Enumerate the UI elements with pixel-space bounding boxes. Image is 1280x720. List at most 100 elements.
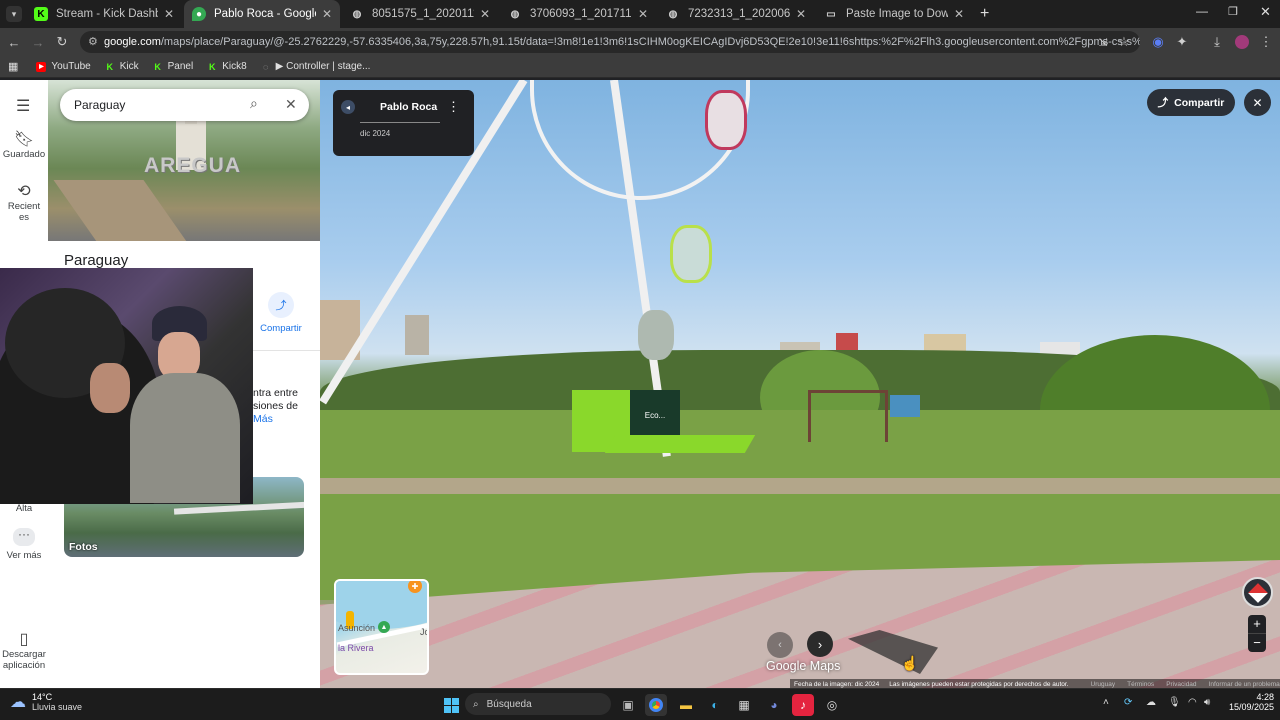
alta-label: Alta (15, 503, 33, 514)
clock[interactable]: 4:28 15/09/2025 (1222, 692, 1274, 712)
footer-uruguay[interactable]: Uruguay (1091, 681, 1116, 688)
tab-image-3[interactable]: ◍ 7232313_1_20200612191812.jp ✕ (658, 0, 814, 28)
google-maps-icon: ● (192, 7, 206, 21)
back-arrow-icon[interactable]: ◂ (341, 100, 355, 114)
compass-icon[interactable] (1242, 577, 1273, 608)
new-tab-icon[interactable]: + (980, 5, 989, 23)
clear-search-icon[interactable]: ✕ (285, 96, 297, 113)
apps-grid-icon[interactable]: ▦ (8, 60, 18, 73)
kick-icon: K (34, 7, 48, 21)
browser-menu-icon[interactable]: ⋮ (1256, 32, 1276, 52)
bookmark-star-icon[interactable]: ☆ (1114, 32, 1134, 52)
onedrive-icon[interactable]: ☁ (1146, 697, 1156, 708)
search-input[interactable]: Paraguay (74, 98, 125, 112)
close-window-icon[interactable]: ✕ (1260, 4, 1271, 20)
search-box[interactable]: Paraguay ⌕ ✕ (60, 89, 309, 121)
menu-icon[interactable]: ☰ (16, 96, 30, 116)
loading-icon: ◌ (262, 61, 269, 72)
weather-condition: Lluvia suave (32, 702, 83, 712)
profile-avatar-icon[interactable] (1232, 32, 1252, 52)
tab-google-maps[interactable]: ● Pablo Roca - Google Maps ✕ (184, 0, 340, 28)
reload-icon[interactable]: ↻ (52, 32, 72, 52)
minimap[interactable]: ✚ ▲ Asunción la Rivera Jo (334, 579, 429, 675)
downloads-icon[interactable]: ⤓ (1207, 32, 1227, 52)
street-view-canvas[interactable]: Eco... (320, 80, 1280, 688)
person-left-face (90, 363, 130, 413)
zoom-out-button[interactable]: − (1248, 633, 1266, 651)
footer-report-link[interactable]: Informar de un problema (1209, 681, 1280, 688)
clock-time: 4:28 (1256, 692, 1274, 702)
bookmark-youtube[interactable]: ▶ YouTube (36, 61, 91, 72)
extension-blue-icon[interactable]: ◉ (1148, 32, 1168, 52)
bookmarks-bar: ▦ ▶ YouTube K Kick K Panel K Kick8 ◌ ▶ C… (0, 56, 1280, 78)
next-arrow-icon[interactable]: › (807, 631, 833, 657)
tiktok-icon[interactable]: ♪ (792, 694, 814, 716)
minimap-city-label: Asunción (338, 623, 376, 633)
chrome-taskbar-icon[interactable] (645, 694, 667, 716)
zoom-in-button[interactable]: + (1248, 615, 1266, 633)
taskbar-search[interactable]: ⌕ Búsqueda (465, 693, 611, 715)
close-tab-icon[interactable]: ✕ (322, 7, 332, 21)
close-tab-icon[interactable]: ✕ (638, 7, 648, 21)
file-explorer-icon[interactable]: ▬ (675, 694, 697, 716)
phone-icon: ▯ (19, 631, 29, 648)
footer-privacy-link[interactable]: Privacidad (1166, 681, 1196, 688)
more-link[interactable]: Más (253, 413, 273, 425)
install-app-icon[interactable]: ⇲ (1093, 32, 1113, 52)
address-bar[interactable]: ⚙ google.com/maps/place/Paraguay/@-25.27… (80, 31, 1140, 53)
bookmark-panel[interactable]: K Panel (153, 61, 193, 72)
close-tab-icon[interactable]: ✕ (164, 7, 174, 21)
task-view-icon[interactable]: ▣ (617, 694, 639, 716)
more-dots-icon: ··· (13, 528, 35, 546)
windows-taskbar (0, 688, 1280, 720)
tray-app-icon[interactable]: ⟳ (1124, 697, 1132, 708)
edge-icon[interactable]: ◐ (704, 694, 726, 716)
obs-icon[interactable]: ◎ (821, 694, 843, 716)
windows-start-icon[interactable] (440, 694, 462, 716)
saved-button[interactable]: 🔖︎ Guardado (0, 132, 48, 161)
bookmark-kick[interactable]: K Kick (105, 61, 138, 72)
volume-icon[interactable]: 🔊︎ (1204, 697, 1210, 708)
map-pin-icon: ✚ (408, 581, 422, 593)
close-tab-icon[interactable]: ✕ (796, 7, 806, 21)
banner-text: Eco... (644, 410, 666, 420)
forward-icon[interactable]: → (28, 32, 48, 52)
alta-button[interactable]: Alta (0, 503, 48, 514)
tab-image-2[interactable]: ◍ 3706093_1_20171120021711.jp ✕ (500, 0, 656, 28)
bookmark-kick8[interactable]: K Kick8 (207, 61, 247, 72)
bookmark-controller[interactable]: ◌ ▶ Controller | stage... (261, 61, 370, 72)
saved-label: Guardado (2, 149, 46, 160)
previous-arrow-icon[interactable]: ‹ (767, 632, 793, 658)
more-button[interactable]: ··· Ver más (0, 528, 48, 561)
close-tab-icon[interactable]: ✕ (954, 7, 964, 21)
wifi-icon[interactable]: ◠ (1188, 697, 1197, 708)
author-menu-icon[interactable]: ⋮ (447, 99, 460, 115)
recent-button[interactable]: ⟲ Recientes (0, 184, 48, 224)
compass-needle-shape (1247, 582, 1268, 603)
close-streetview-icon[interactable]: ✕ (1244, 89, 1271, 116)
tab-paste-image[interactable]: ▭ Paste Image to Download ✕ (816, 0, 972, 28)
discord-icon[interactable]: ◕ (763, 694, 785, 716)
minimize-window-icon[interactable]: — (1196, 4, 1208, 18)
site-info-icon[interactable]: ⚙ (88, 35, 98, 48)
microphone-icon[interactable]: 🎙︎ (1168, 697, 1181, 708)
tray-overflow-icon[interactable]: ˄ (1103, 697, 1109, 708)
download-app-button[interactable]: ▯ Descargar aplicación (0, 631, 48, 672)
extensions-puzzle-icon[interactable]: ✦ (1172, 32, 1192, 52)
back-icon[interactable]: ← (4, 32, 24, 52)
author-name[interactable]: Pablo Roca (380, 101, 437, 113)
tab-search-button[interactable]: ▾ (6, 6, 22, 22)
streetview-share-button[interactable]: ⤴ Compartir (1147, 89, 1235, 116)
weather-widget[interactable]: ☁ 14°C Lluvia suave (10, 692, 82, 712)
footer-terms-link[interactable]: Términos (1127, 681, 1154, 688)
taskbar-search-placeholder: Búsqueda (486, 698, 532, 710)
gondola-shape (705, 90, 747, 150)
author-card: ◂ Pablo Roca ⋮ dic 2024 (333, 90, 474, 156)
close-tab-icon[interactable]: ✕ (480, 7, 490, 21)
maximize-window-icon[interactable]: ❐ (1228, 5, 1238, 18)
panel-share-button[interactable]: ⤴ Compartir (258, 292, 304, 334)
store-icon[interactable]: ▦ (733, 694, 755, 716)
search-icon[interactable]: ⌕ (250, 95, 258, 112)
tab-kick-dashboard[interactable]: K Stream - Kick Dashboard ✕ (26, 0, 182, 28)
tab-image-1[interactable]: ◍ 8051575_1_20201115130434.jp ✕ (342, 0, 498, 28)
